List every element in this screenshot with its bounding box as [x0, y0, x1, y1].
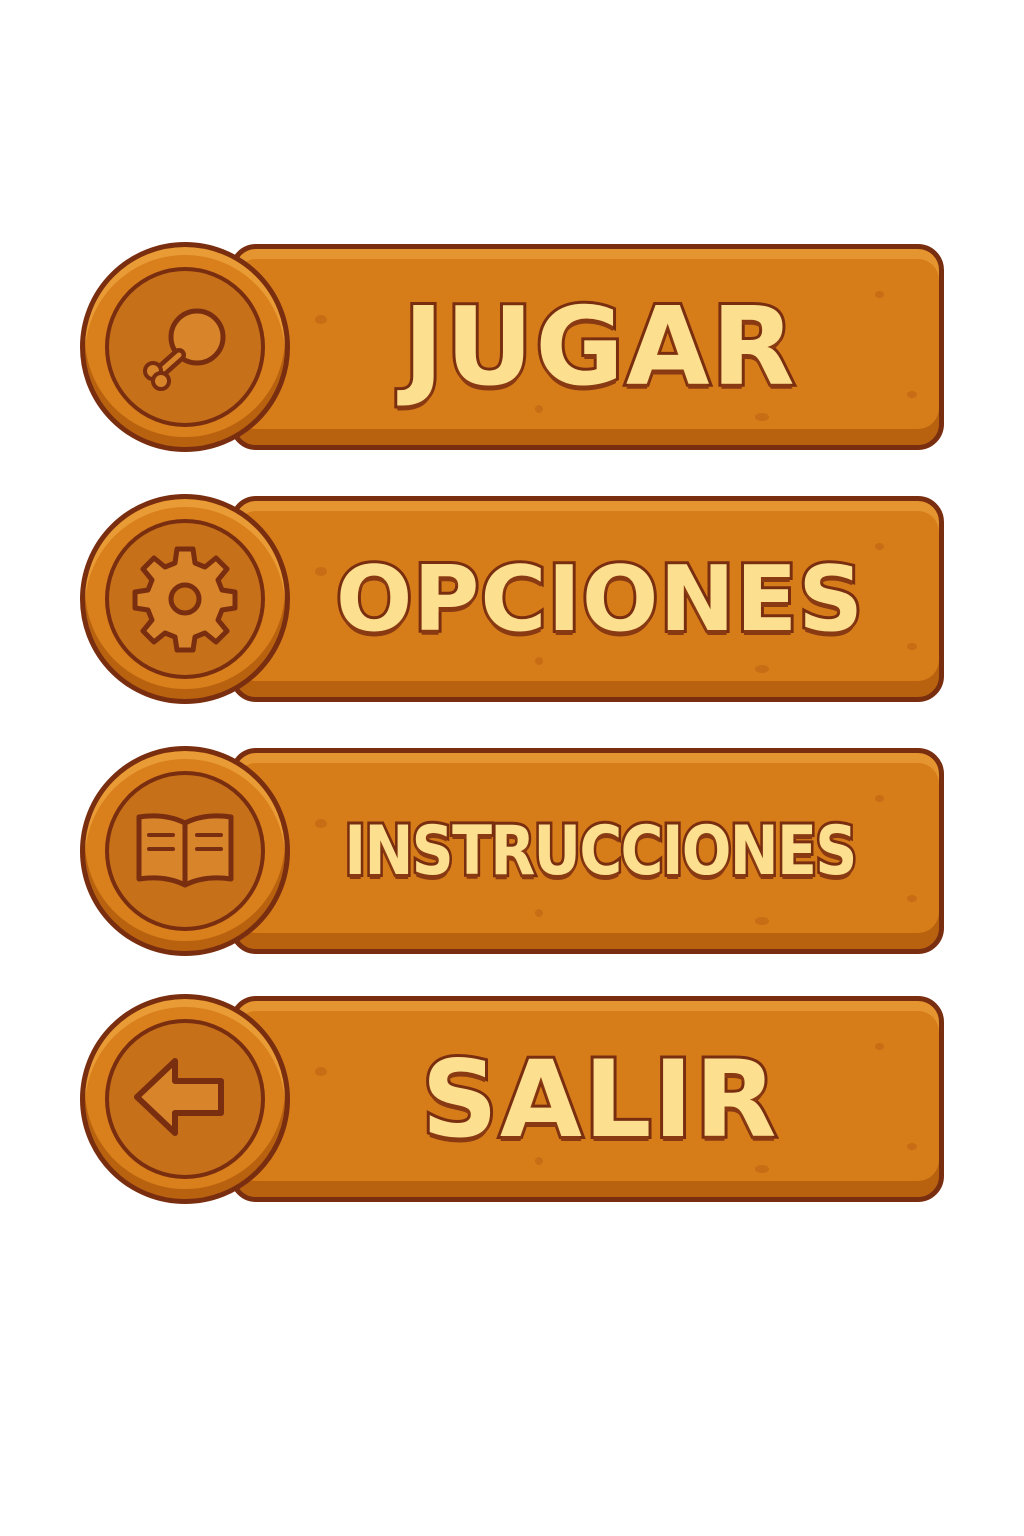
icon-medallion: [80, 746, 290, 956]
drumstick-icon: [143, 308, 226, 391]
play-button[interactable]: JUGAR: [80, 242, 948, 456]
play-label: JUGAR: [400, 282, 797, 413]
icon-medallion: [80, 494, 290, 704]
icon-medallion: [80, 242, 290, 452]
instructions-label: INSTRUCCIONES: [342, 809, 860, 894]
arrow-left-icon: [134, 1058, 224, 1136]
book-icon: [136, 813, 234, 888]
options-button[interactable]: OPCIONES: [80, 494, 948, 708]
icon-medallion: [80, 994, 290, 1204]
exit-label: SALIR: [419, 1035, 780, 1164]
options-label: OPCIONES: [333, 544, 866, 655]
main-menu: JUGAR OPCIONES INSTRUCCIONES SALIR: [0, 0, 1024, 1536]
gear-icon: [132, 546, 238, 653]
instructions-button[interactable]: INSTRUCCIONES: [80, 746, 948, 960]
exit-button[interactable]: SALIR: [80, 994, 948, 1208]
